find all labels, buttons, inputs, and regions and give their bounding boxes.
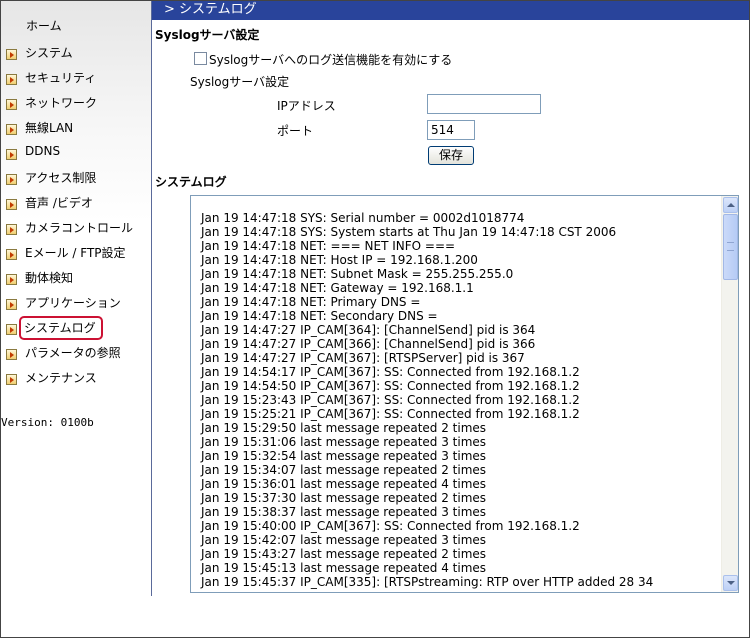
sidebar-item[interactable]: アプリケーション (1, 292, 151, 312)
app-frame: ホーム システムセキュリティ ネットワーク 無線LAN DDNS アクセス制限 音声 /ビ… (0, 0, 750, 638)
arrow-bullet-icon (6, 299, 17, 310)
log-line: Jan 19 15:42:07 last message repeated 3 … (201, 533, 487, 547)
syslog-server-label: Syslogサーバ設定 (190, 75, 290, 89)
log-line: Jan 19 15:45:13 last message repeated 4 … (201, 561, 487, 575)
arrow-bullet-icon (6, 49, 17, 60)
sidebar-item-label: メンテナンス (25, 371, 97, 385)
log-line: Jan 19 14:47:18 SYS: System starts at Th… (201, 225, 617, 239)
log-line: Jan 19 14:47:27 IP_CAM[367]: [RTSPServer… (201, 351, 525, 365)
log-line: Jan 19 14:47:27 IP_CAM[366]: [ChannelSen… (201, 337, 536, 351)
sidebar-item-label: アクセス制限 (25, 171, 97, 185)
sidebar-item-label: 無線LAN (25, 121, 74, 135)
sidebar-item-label: システムログ (19, 316, 103, 340)
sidebar-item[interactable]: システムログ (1, 316, 151, 340)
sidebar-item[interactable]: Eメール / FTP設定 (1, 242, 151, 262)
version-label: Version: 0100b (1, 416, 94, 429)
scroll-down-arrow-icon[interactable] (723, 575, 738, 591)
sidebar-item-label: カメラコントロール (25, 221, 134, 235)
syslog-section-title: Syslogサーバ設定 (155, 28, 260, 42)
arrow-bullet-icon (6, 149, 17, 160)
sidebar-item[interactable]: カメラコントロール (1, 217, 151, 237)
log-line: Jan 19 15:34:07 last message repeated 2 … (201, 463, 487, 477)
arrow-bullet-icon (6, 74, 17, 85)
sidebar-item[interactable]: 無線LAN (1, 117, 151, 137)
sidebar-item-label: ネットワーク (25, 96, 98, 110)
page-title: > システムログ (164, 2, 257, 17)
log-line: Jan 19 14:47:18 NET: Secondary DNS = (201, 309, 438, 323)
log-line: Jan 19 15:31:06 last message repeated 3 … (201, 435, 487, 449)
arrow-bullet-icon (6, 99, 17, 110)
log-line: Jan 19 15:40:00 IP_CAM[367]: SS: Connect… (201, 519, 580, 533)
sidebar-item-label: パラメータの参照 (25, 346, 121, 360)
sidebar-item-label: 音声 /ビデオ (25, 196, 93, 210)
home-link[interactable]: ホーム (26, 17, 62, 34)
log-line: Jan 19 14:47:18 SYS: Serial number = 000… (201, 211, 525, 225)
log-line: Jan 19 14:47:18 NET: Subnet Mask = 255.2… (201, 267, 514, 281)
log-line: Jan 19 15:32:54 last message repeated 3 … (201, 449, 487, 463)
arrow-bullet-icon (6, 249, 17, 260)
log-line: Jan 19 15:23:43 IP_CAM[367]: SS: Connect… (201, 393, 580, 407)
log-line: Jan 19 15:37:30 last message repeated 2 … (201, 491, 487, 505)
sidebar-item[interactable]: システム (1, 42, 151, 62)
sidebar-item[interactable]: 音声 /ビデオ (1, 192, 151, 212)
sidebar-item-label: Eメール / FTP設定 (25, 246, 126, 260)
arrow-bullet-icon (6, 199, 17, 210)
arrow-bullet-icon (6, 274, 17, 285)
log-line: Jan 19 14:47:18 NET: Primary DNS = (201, 295, 421, 309)
sidebar-item[interactable]: セキュリティ (1, 67, 151, 87)
arrow-bullet-icon (6, 349, 17, 360)
sidebar-item[interactable]: パラメータの参照 (1, 342, 151, 362)
sidebar-item-label: 動体検知 (25, 271, 74, 285)
arrow-bullet-icon (6, 374, 17, 385)
enable-syslog-checkbox[interactable] (194, 52, 207, 65)
sidebar: ホーム システムセキュリティ ネットワーク 無線LAN DDNS アクセス制限 音声 /ビ… (1, 1, 152, 596)
log-line: Jan 19 15:45:37 IP_CAM[335]: [RTSPstream… (201, 575, 654, 589)
sidebar-item-label: DDNS (25, 144, 61, 158)
ip-address-input[interactable] (427, 94, 541, 114)
log-line: Jan 19 15:25:21 IP_CAM[367]: SS: Connect… (201, 407, 580, 421)
log-line: Jan 19 14:54:17 IP_CAM[367]: SS: Connect… (201, 365, 580, 379)
log-line: Jan 19 15:29:50 last message repeated 2 … (201, 421, 487, 435)
sidebar-item-label: アプリケーション (25, 296, 121, 310)
port-label: ポート (277, 124, 314, 138)
log-line: Jan 19 15:36:01 last message repeated 4 … (201, 477, 487, 491)
system-log-textarea[interactable]: Jan 19 14:47:18 SYS: Serial number = 000… (190, 195, 739, 593)
log-line: Jan 19 14:47:18 NET: Host IP = 192.168.1… (201, 253, 478, 267)
page-title-bar: > システムログ (152, 1, 749, 20)
save-button[interactable]: 保存 (428, 146, 474, 165)
sidebar-item[interactable]: ネットワーク (1, 92, 151, 112)
log-line: Jan 19 14:54:50 IP_CAM[367]: SS: Connect… (201, 379, 580, 393)
arrow-bullet-icon (6, 124, 17, 135)
sidebar-item[interactable]: メンテナンス (1, 367, 151, 387)
log-line: Jan 19 14:47:27 IP_CAM[364]: [ChannelSen… (201, 323, 536, 337)
log-line: Jan 19 15:38:37 last message repeated 3 … (201, 505, 487, 519)
sidebar-item-label: システム (25, 46, 73, 60)
log-line: Jan 19 14:47:18 NET: === NET INFO === (201, 239, 456, 253)
log-line: Jan 19 14:47:18 NET: Gateway = 192.168.1… (201, 281, 474, 295)
arrow-bullet-icon (6, 324, 17, 335)
enable-syslog-label[interactable]: Syslogサーバへのログ送信機能を有効にする (209, 51, 452, 68)
scroll-thumb[interactable] (723, 214, 738, 280)
sidebar-item-label: セキュリティ (25, 71, 97, 85)
scroll-up-arrow-icon[interactable] (723, 197, 738, 213)
log-scrollbar[interactable] (721, 196, 738, 592)
log-content: Jan 19 14:47:18 SYS: Serial number = 000… (201, 211, 653, 589)
arrow-bullet-icon (6, 174, 17, 185)
sidebar-item[interactable]: DDNS (1, 142, 151, 162)
sidebar-item[interactable]: 動体検知 (1, 267, 151, 287)
port-input[interactable] (427, 120, 475, 140)
system-log-section-title: システムログ (155, 175, 227, 189)
ip-address-label: IPアドレス (277, 99, 336, 113)
sidebar-item[interactable]: アクセス制限 (1, 167, 151, 187)
log-line: Jan 19 15:43:27 last message repeated 2 … (201, 547, 487, 561)
arrow-bullet-icon (6, 224, 17, 235)
